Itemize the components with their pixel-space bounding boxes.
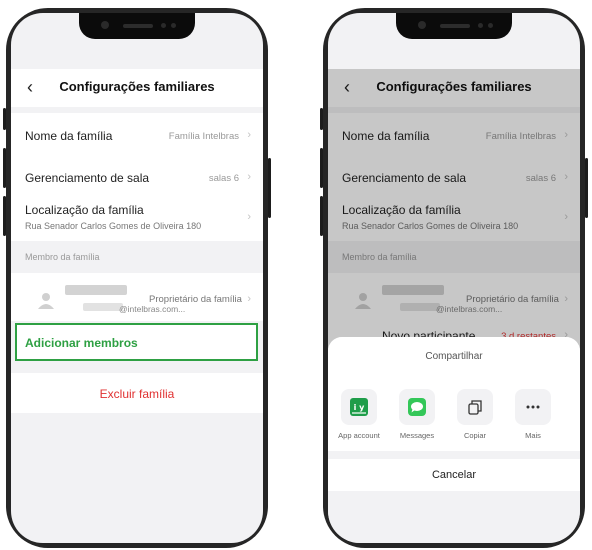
members-section-header: Membro da família (11, 241, 263, 273)
chevron-right-icon: › (247, 129, 251, 141)
share-copy[interactable]: Copiar (452, 389, 498, 440)
app-account-icon: i y (341, 389, 377, 425)
room-count-value: salas 6 (208, 173, 239, 184)
sensor-dot (171, 23, 176, 28)
chevron-right-icon: › (247, 293, 251, 305)
sensor-dot (488, 23, 493, 28)
share-sheet-title: Compartilhar (425, 351, 483, 362)
sensor-dot (478, 23, 483, 28)
volume-up-button (320, 148, 323, 188)
sensor-dot (161, 23, 166, 28)
share-messages[interactable]: Messages (394, 389, 440, 440)
add-members-label: Adicionar membros (25, 336, 138, 350)
share-item-label: App account (338, 431, 380, 440)
notch (396, 13, 512, 39)
delete-family-label: Excluir família (99, 387, 175, 401)
power-button (585, 158, 588, 218)
notch (79, 13, 195, 39)
cancel-button[interactable]: Cancelar (328, 459, 580, 491)
delete-family-row[interactable]: Excluir família (11, 373, 263, 413)
mute-switch (320, 108, 323, 130)
share-options-panel: Compartilhar i y App account Messages Co… (328, 337, 580, 451)
room-management-label: Gerenciamento de sala (25, 171, 150, 185)
share-item-label: Mais (525, 431, 541, 440)
right-screen: ‹ Configurações familiares Nome da famíl… (328, 13, 580, 543)
volume-down-button (3, 196, 6, 236)
more-icon (515, 389, 551, 425)
cancel-label: Cancelar (431, 469, 477, 481)
share-app-account[interactable]: i y App account (336, 389, 382, 440)
earpiece-speaker (440, 24, 470, 28)
member-email: @intelbras.com... (119, 304, 186, 314)
family-address: Rua Senador Carlos Gomes de Oliveira 180 (25, 221, 202, 231)
share-sheet: Compartilhar i y App account Messages Co… (328, 337, 580, 543)
page-title: Configurações familiares (59, 79, 215, 94)
avatar-icon (38, 293, 54, 309)
email-redacted (83, 303, 123, 311)
family-name-row[interactable]: Nome da família Família Intelbras › (11, 113, 263, 157)
power-button (268, 158, 271, 218)
members-section-label: Membro da família (25, 252, 100, 262)
svg-text:i y: i y (354, 403, 366, 412)
left-screen: ‹ Configurações familiares Nome da famíl… (11, 13, 263, 543)
volume-up-button (3, 148, 6, 188)
copy-icon (457, 389, 493, 425)
share-more[interactable]: Mais (510, 389, 556, 440)
family-name-label: Nome da família (25, 129, 113, 143)
front-camera (418, 21, 426, 29)
right-phone-frame: ‹ Configurações familiares Nome da famíl… (320, 8, 588, 548)
share-item-label: Copiar (463, 431, 487, 440)
messages-icon (399, 389, 435, 425)
share-item-label: Messages (399, 431, 435, 440)
earpiece-speaker (123, 24, 153, 28)
family-name-value: Família Intelbras (168, 131, 239, 142)
chevron-right-icon: › (247, 171, 251, 183)
front-camera (101, 21, 109, 29)
volume-down-button (320, 196, 323, 236)
family-location-label: Localização da família (25, 203, 144, 217)
mute-switch (3, 108, 6, 130)
nav-header: ‹ Configurações familiares (11, 69, 263, 107)
family-location-row[interactable]: Localização da família Rua Senador Carlo… (11, 197, 263, 241)
add-members-button[interactable]: Adicionar membros (15, 323, 258, 361)
chevron-right-icon: › (247, 211, 251, 223)
left-phone-frame: ‹ Configurações familiares Nome da famíl… (3, 8, 271, 548)
member-row[interactable]: Proprietário da família @intelbras.com..… (11, 273, 263, 321)
member-name-redacted (65, 285, 127, 295)
room-management-row[interactable]: Gerenciamento de sala salas 6 › (11, 157, 263, 197)
